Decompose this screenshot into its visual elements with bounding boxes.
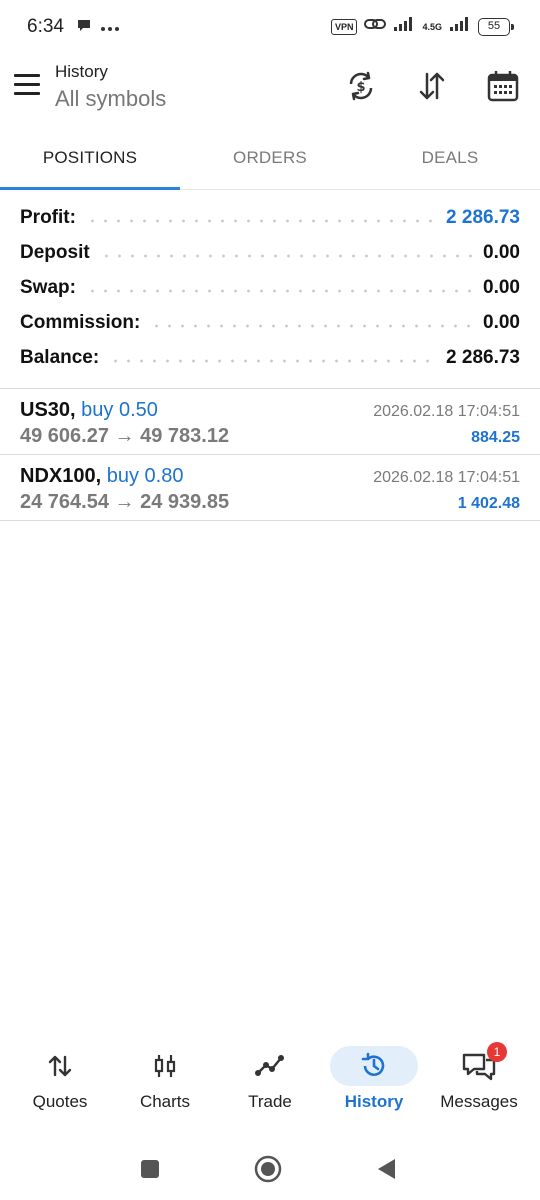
position-row[interactable]: US30, buy 0.50 49 606.27 → 49 783.12 202… xyxy=(0,389,540,455)
nav-quotes-label: Quotes xyxy=(32,1092,88,1111)
currency-sync-icon: $ xyxy=(349,71,373,101)
hamburger-line xyxy=(14,91,40,95)
position-header: NDX100, buy 0.80 xyxy=(20,465,183,488)
commission-value: 0.00 xyxy=(483,311,520,333)
hamburger-line xyxy=(14,82,40,86)
trade-line-icon xyxy=(226,1046,314,1086)
candlestick-icon xyxy=(121,1046,209,1086)
nav-trade-label: Trade xyxy=(248,1092,292,1111)
home-circle-icon xyxy=(254,1155,282,1183)
battery-indicator: 55 xyxy=(478,17,514,36)
summary-row-swap: Swap: 0.00 xyxy=(0,270,540,305)
summary-panel: Profit: 2 286.73 Deposit 0.00 Swap: 0.00… xyxy=(0,200,540,375)
back-triangle-icon xyxy=(378,1159,395,1179)
menu-button[interactable] xyxy=(12,68,44,100)
bottom-navigation: Quotes Charts Trade History 1 Messages xyxy=(0,1038,540,1124)
app-bar: History All symbols $ xyxy=(0,56,540,126)
summary-row-deposit: Deposit 0.00 xyxy=(0,235,540,270)
position-time: 2026.02.18 17:04:51 xyxy=(373,469,520,486)
position-profit: 1 402.48 xyxy=(457,495,520,512)
dotted-leader xyxy=(150,323,474,328)
summary-row-commission: Commission: 0.00 xyxy=(0,305,540,340)
square-icon xyxy=(141,1160,159,1178)
position-row[interactable]: NDX100, buy 0.80 24 764.54 → 24 939.85 2… xyxy=(0,455,540,521)
more-dots-icon xyxy=(100,19,120,37)
position-symbol: NDX100, xyxy=(20,465,102,487)
balance-label: Balance: xyxy=(20,346,100,368)
close-price: 49 783.12 xyxy=(140,425,230,447)
nav-history[interactable]: History xyxy=(320,1038,428,1124)
summary-row-profit: Profit: 2 286.73 xyxy=(0,200,540,235)
hamburger-line xyxy=(14,73,40,77)
history-clock-icon xyxy=(330,1046,418,1086)
network-type: 4.5G xyxy=(422,21,442,32)
dotted-leader xyxy=(109,358,437,363)
tab-orders[interactable]: ORDERS xyxy=(180,130,360,188)
signal-icon xyxy=(393,16,415,37)
signal-icon-2 xyxy=(449,16,471,37)
position-side: buy 0.50 xyxy=(81,399,158,421)
history-tabs: POSITIONS ORDERS DEALS xyxy=(0,130,540,190)
open-price: 24 764.54 xyxy=(20,491,109,513)
status-notification-icons xyxy=(76,17,120,38)
commission-label: Commission: xyxy=(20,311,141,333)
active-tab-indicator xyxy=(0,187,180,190)
recent-apps-button[interactable] xyxy=(135,1154,165,1184)
nav-messages-label: Messages xyxy=(440,1092,518,1111)
nav-charts-label: Charts xyxy=(139,1092,191,1111)
dotted-leader xyxy=(85,218,437,223)
dotted-leader xyxy=(85,288,474,293)
position-profit: 884.25 xyxy=(471,429,520,446)
position-time: 2026.02.18 17:04:51 xyxy=(373,403,520,420)
sort-button[interactable] xyxy=(412,66,452,106)
arrow-right-icon: → xyxy=(114,425,135,447)
link-icon xyxy=(364,16,387,37)
quotes-arrows-icon xyxy=(16,1046,104,1086)
calendar-button[interactable] xyxy=(483,66,523,106)
status-bar: 6:34 VPN 4.5G 55 xyxy=(0,0,540,56)
close-price: 24 939.85 xyxy=(140,491,230,513)
chat-bubble-icon xyxy=(76,17,92,38)
sort-arrows-icon xyxy=(419,72,445,100)
tab-deals[interactable]: DEALS xyxy=(360,130,540,188)
home-button[interactable] xyxy=(253,1154,283,1184)
profit-value: 2 286.73 xyxy=(446,206,520,228)
symbol-filter[interactable]: All symbols xyxy=(55,86,166,112)
swap-value: 0.00 xyxy=(483,276,520,298)
vpn-badge: VPN xyxy=(330,18,358,35)
deposit-label: Deposit xyxy=(20,241,90,263)
back-button[interactable] xyxy=(371,1154,401,1184)
open-price: 49 606.27 xyxy=(20,425,109,447)
position-prices: 49 606.27 → 49 783.12 xyxy=(20,425,229,448)
currency-sync-button[interactable]: $ xyxy=(341,66,381,106)
svg-text:$: $ xyxy=(356,80,365,95)
nav-messages[interactable]: 1 Messages xyxy=(425,1038,533,1124)
position-header: US30, buy 0.50 xyxy=(20,399,158,422)
message-count-badge: 1 xyxy=(487,1042,507,1062)
position-prices: 24 764.54 → 24 939.85 xyxy=(20,491,229,514)
deposit-value: 0.00 xyxy=(483,241,520,263)
messages-icon: 1 xyxy=(435,1042,523,1086)
system-navigation xyxy=(0,1140,540,1196)
arrow-right-icon: → xyxy=(114,491,135,513)
tab-positions[interactable]: POSITIONS xyxy=(0,130,180,188)
nav-charts[interactable]: Charts xyxy=(111,1038,219,1124)
summary-row-balance: Balance: 2 286.73 xyxy=(0,340,540,375)
position-side: buy 0.80 xyxy=(106,465,184,487)
profit-label: Profit: xyxy=(20,206,76,228)
dotted-leader xyxy=(99,253,474,258)
calendar-icon xyxy=(487,71,519,102)
page-title: History xyxy=(55,62,108,81)
balance-value: 2 286.73 xyxy=(446,346,520,368)
nav-quotes[interactable]: Quotes xyxy=(6,1038,114,1124)
nav-history-label: History xyxy=(344,1092,404,1111)
position-symbol: US30, xyxy=(20,399,76,421)
status-right-icons: VPN 4.5G 55 xyxy=(330,16,514,37)
nav-trade[interactable]: Trade xyxy=(216,1038,324,1124)
status-time: 6:34 xyxy=(27,16,64,37)
swap-label: Swap: xyxy=(20,276,76,298)
